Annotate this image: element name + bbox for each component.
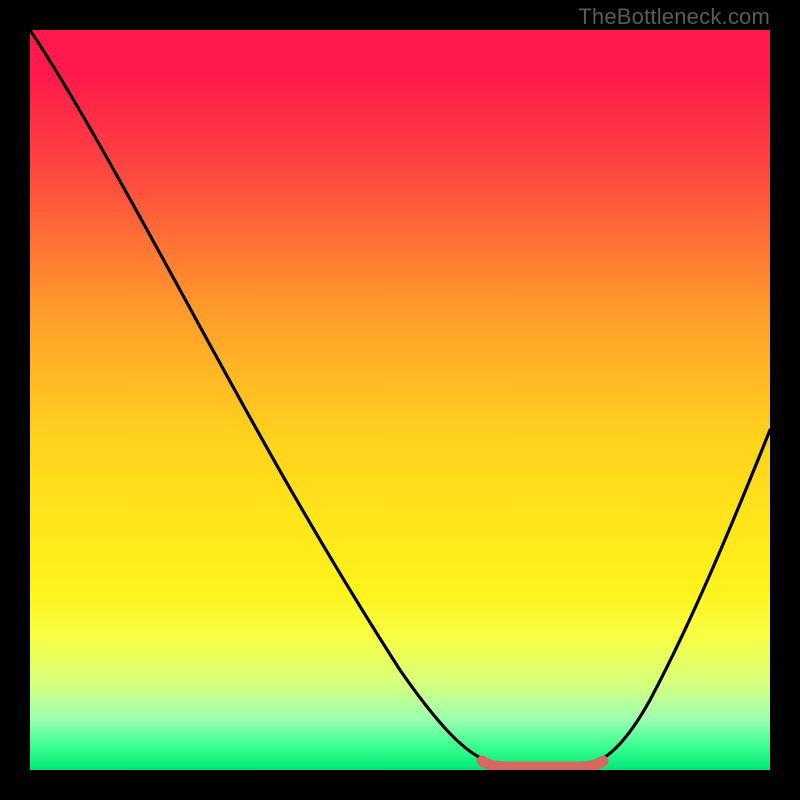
- chart-frame: TheBottleneck.com: [0, 0, 800, 800]
- curve-path: [30, 30, 770, 765]
- bottleneck-curve: [30, 30, 770, 770]
- plot-area: [30, 30, 770, 770]
- basin-segment: [482, 761, 603, 767]
- watermark-text: TheBottleneck.com: [578, 4, 770, 30]
